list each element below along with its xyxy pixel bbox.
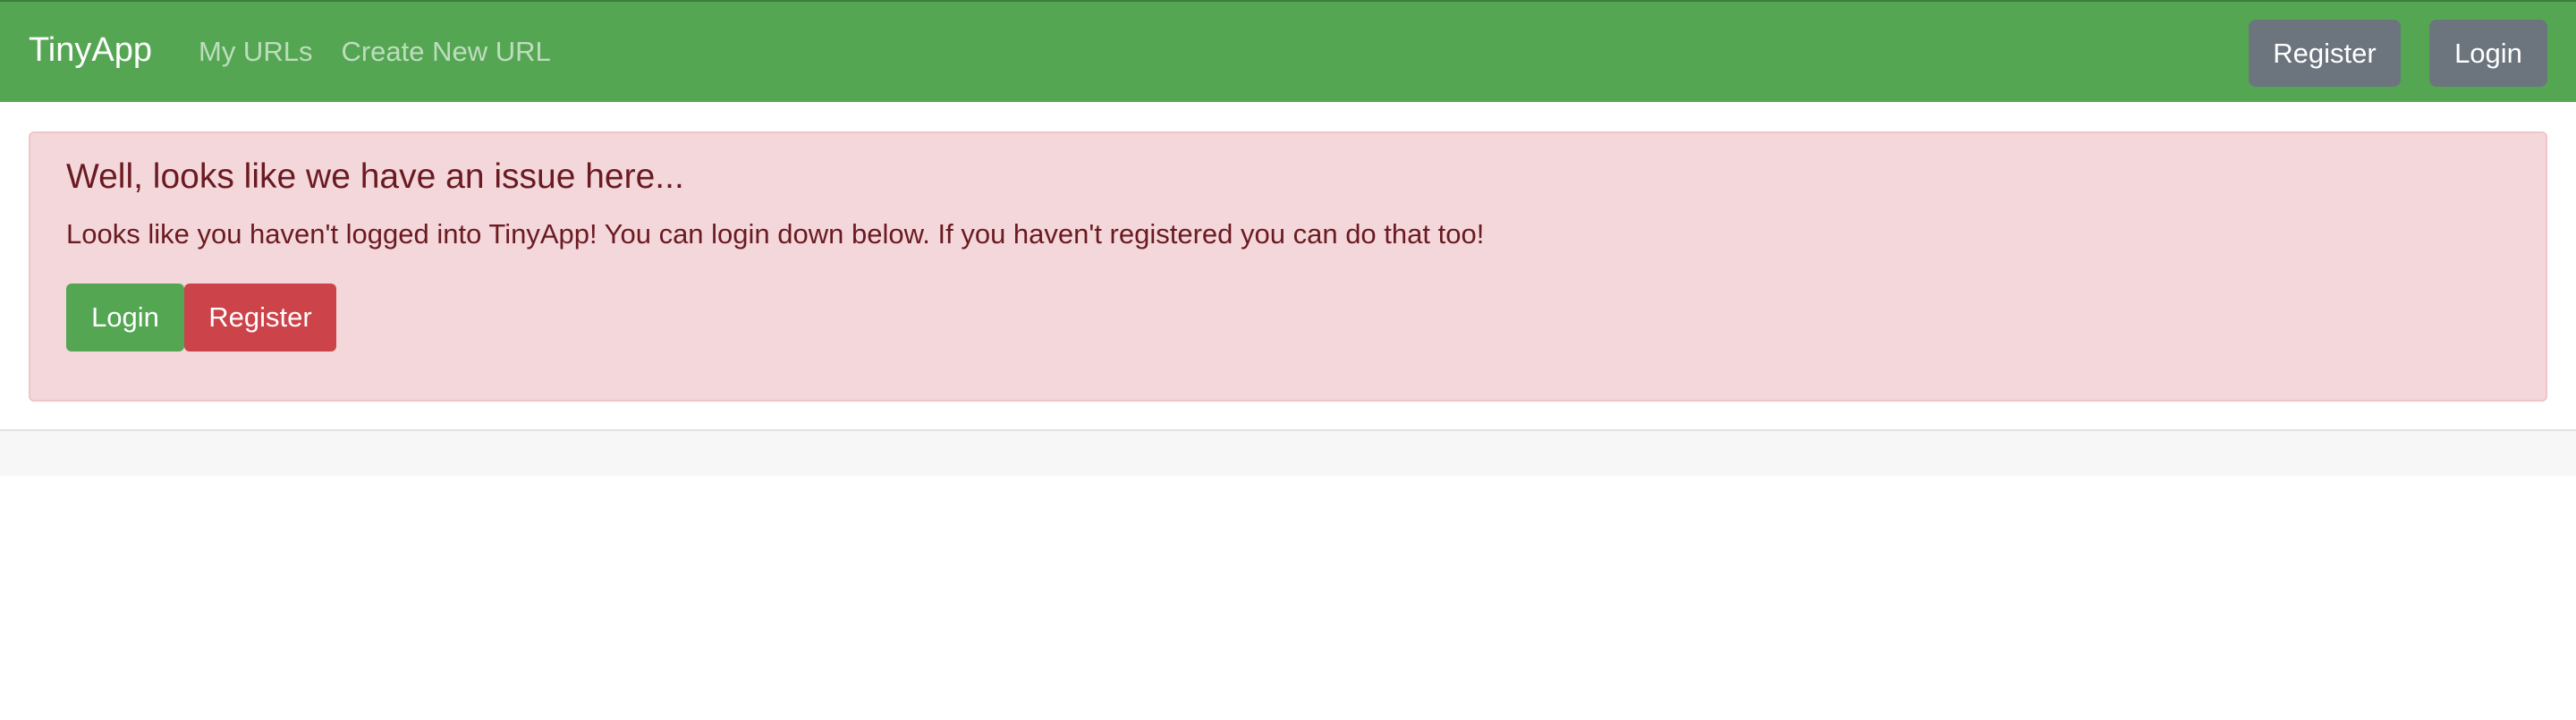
navbar-register-button[interactable]: Register: [2249, 20, 2401, 87]
alert-login-button[interactable]: Login: [66, 284, 184, 352]
nav-links: My URLs Create New URL: [199, 34, 551, 70]
alert-heading: Well, looks like we have an issue here..…: [66, 157, 684, 196]
page-footer: [0, 429, 2576, 476]
navbar-login-button[interactable]: Login: [2429, 20, 2547, 87]
alert-message: Looks like you haven't logged into TinyA…: [66, 218, 1485, 250]
top-navbar: TinyApp My URLs Create New URL Register …: [0, 0, 2576, 102]
error-alert: Well, looks like we have an issue here..…: [29, 131, 2547, 402]
brand-link[interactable]: TinyApp: [29, 27, 152, 73]
nav-link-my-urls[interactable]: My URLs: [199, 34, 312, 70]
alert-register-button[interactable]: Register: [184, 284, 336, 352]
nav-link-create-new-url[interactable]: Create New URL: [341, 34, 550, 70]
alert-actions: Login Register: [66, 284, 336, 352]
